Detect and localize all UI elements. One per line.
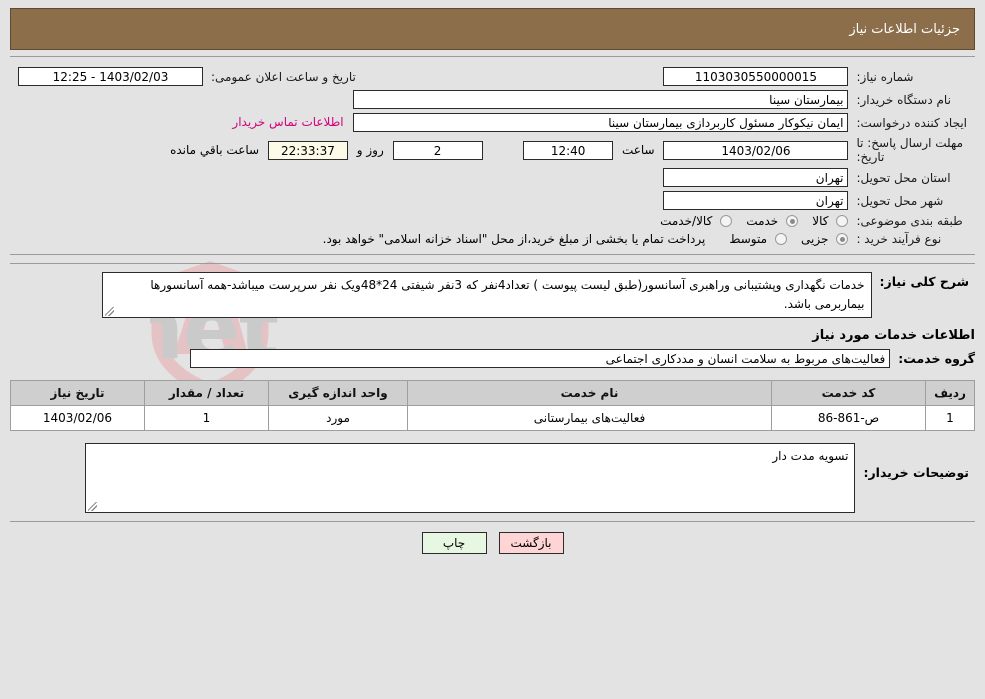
footer-actions: بازگشت چاپ — [0, 532, 985, 554]
need-number-field[interactable]: 1103030550000015 — [663, 67, 849, 86]
buyer-notes-row: توضیحات خریدار: تسویه مدت دار — [10, 443, 975, 513]
radio-category-2[interactable] — [720, 215, 733, 227]
table-row[interactable]: 1 ص-861-86 فعالیت‌های بیمارستانی مورد 1 … — [10, 405, 975, 431]
general-description-label: شرح کلی نیاز: — [879, 274, 969, 289]
need-number-label: شماره نیاز: — [856, 69, 914, 84]
remaining-days-label: روز و — [356, 142, 384, 157]
form-row-deadline: مهلت ارسال پاسخ: تا تاریخ: 1403/02/06 سا… — [14, 134, 971, 166]
items-table-wrapper: ردیف کد خدمت نام خدمت واحد اندازه گیری ت… — [10, 380, 975, 431]
radio-category-label-1: خدمت — [746, 214, 779, 228]
radio-process-label-0: جزیی — [801, 232, 829, 246]
footer-divider — [10, 521, 975, 522]
buyer-contact-link[interactable]: اطلاعات تماس خریدار — [226, 115, 349, 129]
province-field-cell: تهران — [14, 166, 852, 189]
payment-notice: پرداخت تمام یا بخشی از مبلغ خرید،از محل … — [322, 232, 706, 246]
services-section-heading: اطلاعات خدمات مورد نیاز — [812, 328, 975, 343]
announce-date-field-cell: 1403/02/03 - 12:25 — [14, 65, 207, 88]
form-row-city: شهر محل تحویل: تهران — [14, 189, 971, 212]
radio-category-1[interactable] — [786, 215, 799, 227]
city-field[interactable]: تهران — [663, 191, 849, 210]
category-label: طبقه بندی موضوعی: — [856, 214, 963, 228]
cell-unit: مورد — [268, 405, 408, 431]
province-field[interactable]: تهران — [663, 168, 849, 187]
process-options-cell: جزیی متوسط پرداخت تمام یا بخشی از مبلغ خ… — [14, 230, 852, 248]
service-group-field[interactable]: فعالیت‌های مربوط به سلامت انسان و مددکار… — [190, 349, 891, 368]
col-row-no: ردیف — [925, 380, 975, 406]
remaining-days-field[interactable]: 2 — [392, 140, 483, 160]
buyer-org-label: نام دستگاه خریدار: — [856, 92, 951, 107]
radio-category-label-2: کالا/خدمت — [660, 214, 713, 228]
need-number-field-cell: 1103030550000015 — [659, 65, 852, 88]
province-label: استان محل تحویل: — [856, 170, 951, 185]
buyer-org-field-cell: بیمارستان سینا — [14, 88, 852, 111]
deadline-date-field[interactable]: 1403/02/06 — [663, 140, 849, 160]
radio-category-label-0: کالا — [812, 214, 829, 228]
form-row-process: نوع فرآیند خرید : جزیی متوسط پرداخت تمام… — [14, 230, 971, 248]
form-row-creator: ایجاد کننده درخواست: ایمان نیکوکار مسئول… — [14, 111, 971, 134]
creator-label: ایجاد کننده درخواست: — [856, 115, 967, 130]
service-group-label: گروه خدمت: — [898, 351, 975, 366]
category-options-cell: کالا خدمت کالا/خدمت — [14, 212, 852, 230]
page-title: جزئیات اطلاعات نیاز — [849, 21, 960, 37]
city-field-cell: تهران — [14, 189, 852, 212]
buyer-org-field[interactable]: بیمارستان سینا — [353, 90, 849, 109]
col-need-date: تاریخ نیاز — [10, 380, 145, 406]
col-service-name: نام خدمت — [407, 380, 772, 406]
radio-category-0[interactable] — [836, 215, 849, 227]
radio-process-label-1: متوسط — [729, 232, 768, 246]
buyer-notes-textarea[interactable]: تسویه مدت دار — [85, 443, 856, 513]
cell-need-date: 1403/02/06 — [10, 405, 145, 431]
announce-spacer — [360, 65, 660, 88]
cell-service-name: فعالیت‌های بیمارستانی — [407, 405, 772, 431]
service-group-row: گروه خدمت: فعالیت‌های مربوط به سلامت انس… — [10, 349, 975, 368]
radio-process-0[interactable] — [836, 233, 849, 245]
creator-field-cell: ایمان نیکوکار مسئول کاربردازی بیمارستان … — [14, 111, 852, 134]
need-details-panel: شماره نیاز: 1103030550000015 تاریخ و ساع… — [10, 56, 975, 255]
deadline-gap — [486, 143, 519, 157]
countdown-field[interactable]: 22:33:37 — [267, 140, 348, 160]
announce-date-field[interactable]: 1403/02/03 - 12:25 — [18, 67, 203, 86]
cell-row-no: 1 — [925, 405, 975, 431]
countdown-label: ساعت باقي مانده — [170, 142, 260, 157]
general-description-textarea[interactable]: خدمات نگهداری وپشتیبانی وراهبری آسانسور(… — [101, 272, 872, 318]
buyer-notes-label: توضیحات خریدار: — [863, 465, 969, 480]
deadline-time-field[interactable]: 12:40 — [523, 140, 614, 160]
deadline-fields-cell: 1403/02/06 ساعت 12:40 2 روز و 22:33:37 س… — [14, 134, 852, 166]
process-radio-group: جزیی متوسط پرداخت تمام یا بخشی از مبلغ خ… — [18, 232, 849, 246]
city-label: شهر محل تحویل: — [856, 193, 944, 208]
process-label: نوع فرآیند خرید : — [856, 232, 942, 246]
back-button[interactable]: بازگشت — [498, 532, 564, 554]
page-header: جزئیات اطلاعات نیاز — [10, 8, 975, 50]
form-row-province: استان محل تحویل: تهران — [14, 166, 971, 189]
category-radio-group: کالا خدمت کالا/خدمت — [18, 214, 849, 228]
general-description-row: شرح کلی نیاز: خدمات نگهداری وپشتیبانی ور… — [10, 272, 975, 318]
form-row-need-number: شماره نیاز: 1103030550000015 تاریخ و ساع… — [14, 65, 971, 88]
col-quantity: تعداد / مقدار — [144, 380, 269, 406]
items-table-header-row: ردیف کد خدمت نام خدمت واحد اندازه گیری ت… — [10, 380, 975, 406]
need-info-form: شماره نیاز: 1103030550000015 تاریخ و ساع… — [14, 65, 971, 248]
cell-quantity: 1 — [144, 405, 269, 431]
form-row-category: طبقه بندی موضوعی: کالا خدمت کالا/خدمت — [14, 212, 971, 230]
buyer-notes-section: توضیحات خریدار: تسویه مدت دار — [10, 443, 975, 513]
items-table: ردیف کد خدمت نام خدمت واحد اندازه گیری ت… — [10, 380, 975, 431]
items-table-body: 1 ص-861-86 فعالیت‌های بیمارستانی مورد 1 … — [10, 405, 975, 431]
announce-date-label: تاریخ و ساعت اعلان عمومی: — [211, 69, 356, 84]
col-service-code: کد خدمت — [771, 380, 926, 406]
col-unit: واحد اندازه گیری — [268, 380, 408, 406]
form-row-buyer-org: نام دستگاه خریدار: بیمارستان سینا — [14, 88, 971, 111]
general-description-section: شرح کلی نیاز: خدمات نگهداری وپشتیبانی ور… — [10, 264, 975, 318]
items-table-head: ردیف کد خدمت نام خدمت واحد اندازه گیری ت… — [10, 380, 975, 406]
radio-process-1[interactable] — [775, 233, 788, 245]
deadline-label: مهلت ارسال پاسخ: تا تاریخ: — [856, 136, 963, 164]
creator-field[interactable]: ایمان نیکوکار مسئول کاربردازی بیمارستان … — [353, 113, 849, 132]
cell-service-code: ص-861-86 — [771, 405, 926, 431]
print-button[interactable]: چاپ — [421, 532, 487, 554]
deadline-hour-label: ساعت — [621, 142, 655, 157]
